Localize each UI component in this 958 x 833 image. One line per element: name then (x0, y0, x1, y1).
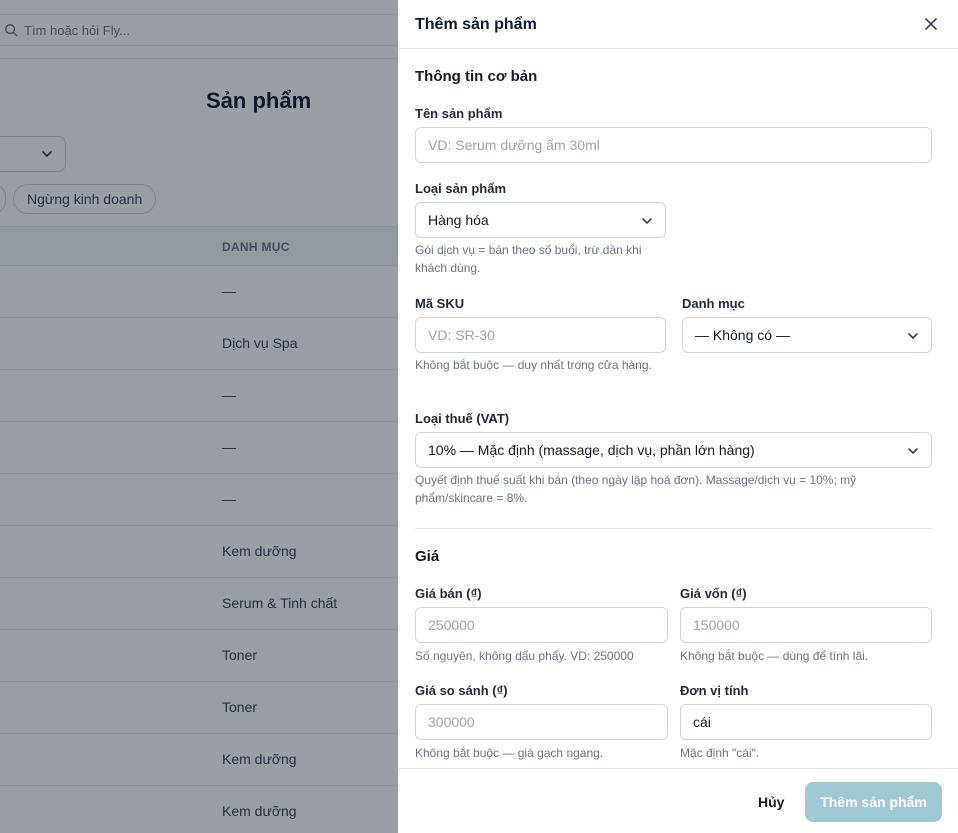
product-type-label: Loại sản phẩm (415, 181, 507, 196)
category-select[interactable]: — Không có — (682, 317, 932, 353)
category-value: — Không có — (695, 327, 790, 343)
vat-select[interactable]: 10% — Mặc định (massage, dịch vụ, phần l… (415, 432, 932, 468)
sku-help: Không bắt buộc — duy nhất trong cửa hàng… (415, 358, 652, 372)
unit-input[interactable] (680, 704, 932, 740)
section-divider (415, 528, 932, 529)
product-type-value: Hàng hóa (428, 212, 489, 228)
cost-price-label: Giá vốn (₫) (680, 586, 747, 601)
sku-label: Mã SKU (415, 296, 465, 311)
category-label: Danh mục (682, 296, 745, 311)
chevron-down-icon (908, 333, 918, 339)
product-type-select[interactable]: Hàng hóa (415, 202, 666, 238)
cancel-button[interactable]: Hủy (750, 783, 792, 821)
product-type-help: Gói dịch vụ = bán theo số buổi, trừ dần … (415, 243, 642, 275)
cost-price-input[interactable] (680, 607, 932, 643)
drawer-title: Thêm sản phẩm (415, 16, 537, 33)
product-name-input[interactable] (415, 127, 932, 163)
add-product-button[interactable]: Thêm sản phẩm (805, 782, 942, 822)
price-heading: Giá (415, 548, 440, 565)
sell-price-label: Giá bán (₫) (415, 586, 482, 601)
cost-price-help: Không bắt buộc — dùng để tính lãi. (680, 649, 869, 663)
compare-price-input[interactable] (415, 704, 668, 740)
compare-price-label: Giá so sánh (₫) (415, 683, 508, 698)
drawer-header: Thêm sản phẩm (398, 0, 958, 49)
unit-label: Đơn vị tính (680, 683, 749, 698)
vat-value: 10% — Mặc định (massage, dịch vụ, phần l… (428, 442, 755, 458)
unit-help: Mặc định "cái". (680, 746, 760, 760)
vat-help: Quyết định thuế suất khi bán (theo ngày … (415, 473, 857, 505)
chevron-down-icon (642, 218, 652, 224)
drawer-footer: Hủy Thêm sản phẩm (398, 768, 958, 833)
product-name-label: Tên sản phẩm (415, 106, 503, 121)
add-product-drawer: Thêm sản phẩm Thông tin cơ bản Tên sản p… (398, 0, 958, 833)
sell-price-input[interactable] (415, 607, 668, 643)
close-icon[interactable] (922, 15, 940, 33)
basic-info-heading: Thông tin cơ bản (415, 68, 538, 85)
chevron-down-icon (908, 448, 918, 454)
vat-label: Loại thuế (VAT) (415, 411, 510, 426)
compare-price-help: Không bắt buộc — giá gạch ngang. (415, 746, 604, 760)
sku-input[interactable] (415, 317, 666, 353)
sell-price-help: Số nguyên, không dấu phẩy. VD: 250000 (415, 649, 634, 663)
